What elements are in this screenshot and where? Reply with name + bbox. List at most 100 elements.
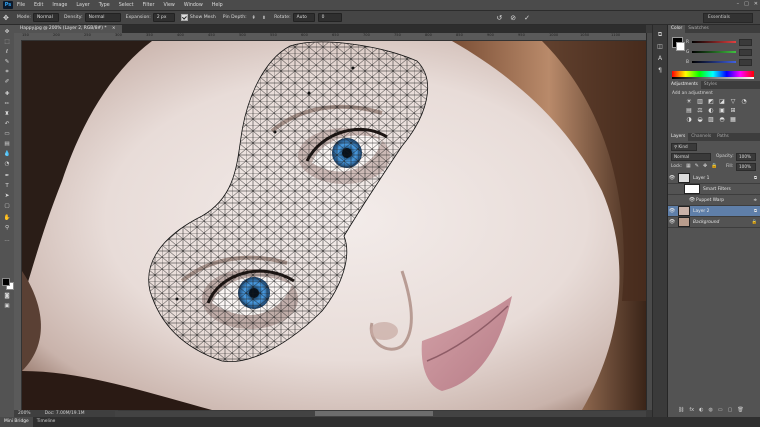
blue-slider-track[interactable] <box>691 61 736 63</box>
layers-footer-icon[interactable]: ◐ <box>699 407 703 413</box>
warp-pin[interactable] <box>175 297 179 301</box>
visibility-eye-icon[interactable]: 👁 <box>668 219 676 225</box>
tab-color[interactable]: Color <box>668 25 686 33</box>
adjustment-icon[interactable]: ▦ <box>730 117 736 123</box>
tab-paths[interactable]: Paths <box>714 133 732 141</box>
adjustment-icon[interactable]: ▽ <box>730 99 736 105</box>
layer-row-smart-filters[interactable]: Smart Filters <box>668 184 760 195</box>
commit-warp-icon[interactable]: ✓ <box>524 14 530 22</box>
eraser-tool-icon[interactable]: ▭ <box>2 131 12 137</box>
foreground-color-swatch[interactable] <box>2 278 10 286</box>
visibility-eye-icon[interactable]: 👁 <box>688 197 696 203</box>
menu-view[interactable]: View <box>163 3 174 8</box>
layers-footer-icon[interactable]: 🗑 <box>737 407 743 413</box>
color-slider-g[interactable]: G <box>686 48 753 56</box>
tab-timeline[interactable]: Timeline <box>33 417 60 427</box>
close-document-icon[interactable]: × <box>112 26 116 31</box>
dodge-tool-icon[interactable]: ◔ <box>2 161 12 167</box>
blend-mode-select[interactable]: Normal <box>671 153 711 161</box>
layer-row-background[interactable]: 👁 Background 🔒 <box>668 217 760 228</box>
eyedropper-tool-icon[interactable]: ✐ <box>2 79 12 85</box>
cancel-warp-icon[interactable]: ⊘ <box>510 14 516 22</box>
move-tool-icon[interactable]: ✥ <box>2 29 12 35</box>
hand-tool-icon[interactable]: ✋ <box>2 215 12 221</box>
lock-pixels-icon[interactable]: ✎ <box>695 163 699 169</box>
menu-help[interactable]: Help <box>212 3 223 8</box>
paragraph-panel-icon[interactable]: ¶ <box>656 67 664 74</box>
document-canvas[interactable] <box>22 41 646 410</box>
lock-transparency-icon[interactable]: ▦ <box>686 163 691 169</box>
layers-footer-icon[interactable]: ▢ <box>728 407 733 413</box>
menu-image[interactable]: Image <box>52 3 67 8</box>
rotate-degrees-input[interactable]: 0 <box>317 13 342 22</box>
remove-pins-icon[interactable]: ↺ <box>496 14 502 22</box>
history-brush-tool-icon[interactable]: ↶ <box>2 121 12 127</box>
adjustment-icon[interactable]: ▨ <box>708 117 714 123</box>
mode-select[interactable]: Normal <box>32 13 59 22</box>
pin-backward-icon[interactable]: ⇟ <box>262 15 266 21</box>
menu-edit[interactable]: Edit <box>34 3 43 8</box>
color-swatches[interactable] <box>2 278 14 290</box>
layers-footer-icon[interactable]: ⛓ <box>678 407 684 413</box>
properties-panel-icon[interactable]: ◫ <box>656 43 664 50</box>
adjustment-icon[interactable]: ◒ <box>697 117 703 123</box>
maximize-icon[interactable]: □ <box>744 1 749 7</box>
healing-brush-tool-icon[interactable]: ✚ <box>2 91 12 97</box>
tab-adjustments[interactable]: Adjustments <box>668 81 701 89</box>
green-slider-track[interactable] <box>692 51 737 53</box>
red-slider-track[interactable] <box>692 41 736 43</box>
adjustment-icon[interactable]: ◐ <box>708 108 714 114</box>
color-slider-b[interactable]: B <box>686 58 752 66</box>
layers-footer-icon[interactable]: ◍ <box>708 407 712 413</box>
expansion-input[interactable]: 2 px <box>152 13 175 22</box>
document-tab[interactable]: Happy.jpg @ 200% (Layer 2, RGB/8#) * × <box>14 25 122 33</box>
menu-select[interactable]: Select <box>119 3 134 8</box>
marquee-tool-icon[interactable]: ⬚ <box>2 39 12 45</box>
density-select[interactable]: Normal <box>84 13 121 22</box>
history-panel-icon[interactable]: ⧉ <box>656 31 664 38</box>
adjustment-icon[interactable]: ⊞ <box>730 108 736 114</box>
layer-row-selected[interactable]: 👁 Layer 2 ⧉ <box>668 206 760 217</box>
menu-type[interactable]: Type <box>99 3 110 8</box>
lasso-tool-icon[interactable]: ℓ <box>2 49 12 55</box>
tab-styles[interactable]: Styles <box>701 81 720 89</box>
zoom-level[interactable]: 200% <box>18 410 31 417</box>
shape-tool-icon[interactable]: ▢ <box>2 203 12 209</box>
pin-forward-icon[interactable]: ⇞ <box>252 15 256 21</box>
lock-all-icon[interactable]: 🔒 <box>711 163 717 169</box>
layer-kind-filter[interactable]: ⚲ Kind <box>671 143 697 151</box>
adjustment-icon[interactable]: ⚖ <box>697 108 703 114</box>
adjustment-icon[interactable]: ▣ <box>719 108 725 114</box>
path-select-tool-icon[interactable]: ➤ <box>2 193 12 199</box>
more-tools-icon[interactable]: … <box>2 237 12 243</box>
brush-tool-icon[interactable]: ✏ <box>2 101 12 107</box>
gradient-tool-icon[interactable]: ▤ <box>2 141 12 147</box>
layers-footer-icon[interactable]: fx <box>689 407 694 413</box>
zoom-tool-icon[interactable]: ⚲ <box>2 225 12 231</box>
horizontal-scroll-thumb[interactable] <box>315 411 433 416</box>
adjustment-icon[interactable]: ◔ <box>741 99 747 105</box>
lock-position-icon[interactable]: ✥ <box>703 163 707 169</box>
adjustment-icon[interactable]: ◓ <box>719 117 725 123</box>
visibility-eye-icon[interactable]: 👁 <box>668 208 676 214</box>
quick-select-tool-icon[interactable]: ✎ <box>2 59 12 65</box>
layer-row[interactable]: 👁 Layer 1 ⧉ <box>668 173 760 184</box>
warp-pin[interactable] <box>351 66 355 70</box>
character-panel-icon[interactable]: A <box>656 55 664 62</box>
warp-pin[interactable] <box>273 130 277 134</box>
layer-row-puppet-warp[interactable]: 👁 Puppet Warp ≑ <box>668 195 760 206</box>
screen-mode-icon[interactable]: ▣ <box>2 303 12 309</box>
type-tool-icon[interactable]: T <box>2 183 12 189</box>
clone-stamp-tool-icon[interactable]: ♜ <box>2 111 12 117</box>
adjustment-icon[interactable]: ☀ <box>686 99 692 105</box>
blur-tool-icon[interactable]: 💧 <box>2 151 12 157</box>
color-slider-r[interactable]: R <box>686 38 752 46</box>
visibility-eye-icon[interactable]: 👁 <box>668 175 676 181</box>
adjustment-icon[interactable]: ◩ <box>708 99 714 105</box>
tab-swatches[interactable]: Swatches <box>685 25 712 33</box>
menu-layer[interactable]: Layer <box>76 3 89 8</box>
menu-window[interactable]: Window <box>184 3 203 8</box>
menu-file[interactable]: File <box>17 3 25 8</box>
tab-layers[interactable]: Layers <box>668 133 689 141</box>
panel-background-swatch[interactable] <box>676 42 685 51</box>
